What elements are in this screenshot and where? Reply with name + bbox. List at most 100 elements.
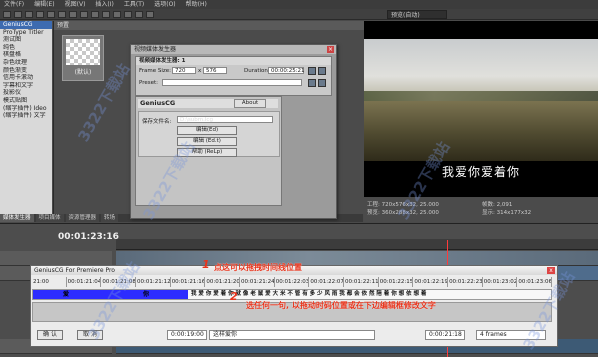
edit-bar: 确 认 取 消 0:00:19:00 这样爱你 0:00:21:18 4 fra… [31,326,557,344]
track-header[interactable] [0,251,112,266]
frame-x-label: x [198,68,202,74]
dialog-title: 视频媒体发生器 [131,45,336,54]
list-item[interactable]: 颜色渐变 [0,67,52,75]
list-item[interactable]: 信用卡滚动 [0,74,52,82]
duration-field[interactable]: 00:00:25:21 [268,67,305,74]
ok-button[interactable]: 确 认 [37,330,63,340]
frame-count: 帧数: 2,091 [482,202,513,208]
preset-caption: (默认) [74,69,92,76]
video-subtitle: 我爱你爱着你 [441,165,520,179]
annotation-number-2: 2 [230,290,238,303]
menu-file[interactable]: 文件(F) [4,0,24,9]
refresh-icon[interactable] [318,67,326,75]
about-button[interactable]: About [234,99,266,108]
close-icon[interactable]: × [327,46,334,53]
toolbar [0,9,598,20]
new-icon[interactable] [3,10,11,18]
tc-label: 00:01:22:19 [414,277,449,287]
list-item[interactable]: 字幕和文字 [0,82,52,90]
render-icon[interactable] [91,10,99,18]
delete-preset-icon[interactable] [318,79,326,87]
menu-tools[interactable]: 工具(T) [124,0,144,9]
preset-thumbnail[interactable]: (默认) [62,35,104,81]
video-frame-field [364,101,598,161]
list-item[interactable]: (缩字插件) 文字 [0,112,52,120]
menu-edit[interactable]: 编辑(E) [34,0,54,9]
list-item[interactable]: 投影仪 [0,89,52,97]
tc-label: 00:01:21:12 [137,277,171,287]
list-item[interactable]: GeniusCG [0,21,52,29]
list-item[interactable]: (缩字插件) Ideo [0,105,52,113]
save-icon[interactable] [25,10,33,18]
file-path-field[interactable]: D:\subm.lcg [177,116,273,123]
list-item[interactable]: 棋盘格 [0,51,52,59]
menu-options[interactable]: 选项(O) [154,0,175,9]
duration-label: Duration: [244,68,270,74]
media-icon[interactable] [308,67,316,75]
copy-icon[interactable] [47,10,55,18]
subtitle-blocks[interactable]: 我 爱 你 爱 着 你 就 像 老 鼠 爱 大 米 不 管 有 多 少 风 雨 … [191,290,426,299]
block-text: 你 [143,291,150,298]
frame-height-field[interactable]: 576 [203,67,227,74]
annotation-edit-subtitle: 选任何一句, 以拖动时码位置或在下边编辑框修改文字 [246,301,436,310]
preset-select[interactable] [162,79,302,86]
tc-label: 00:01:21:16 [171,277,206,287]
checker-preview [66,39,100,65]
generator-list: GeniusCG ProType Titler 测试图 纯色 棋盘格 杂色纹理 … [0,21,52,214]
menu-help[interactable]: 帮助(H) [186,0,207,9]
tc-label: 00:01:21:04 [67,277,102,287]
frame-size-label: Frame Size: [139,68,172,74]
paste-icon[interactable] [58,10,66,18]
redo-icon[interactable] [80,10,88,18]
snap-icon[interactable] [113,10,121,18]
menu-view[interactable]: 视图(V) [65,0,86,9]
timeline-ruler[interactable] [116,239,598,250]
list-item[interactable]: 模式贴图 [0,97,52,105]
edit-button[interactable]: 编辑(Ed) [177,126,237,135]
block-text: 爱 [63,291,70,298]
undo-icon[interactable] [69,10,77,18]
file-label: 保存文件名: [142,119,172,125]
list-item[interactable]: 测试图 [0,36,52,44]
tab-transitions[interactable]: 转场 [101,214,119,222]
menu-bar: 文件(F) 编辑(E) 视图(V) 插入(I) 工具(T) 选项(O) 帮助(H… [0,0,598,9]
tab-media-generators[interactable]: 媒体发生器 [0,214,34,222]
subtitle-text-field[interactable]: 这样爱你 [209,330,375,340]
generator-properties: 视频媒体发生器: 1 Frame Size: 720 x 576 Duratio… [135,56,332,96]
zoom-icon[interactable] [146,10,154,18]
preview-mode-select[interactable]: 预览(自动) [387,10,447,19]
annotation-number-1: 1 [202,258,210,271]
tc-label: 21:00 [32,277,67,287]
cursor-icon[interactable] [124,10,132,18]
tc-label: 00:01:21:20 [206,277,241,287]
list-item[interactable]: 杂色纹理 [0,59,52,67]
tc-label: 00:01:22:03 [275,277,310,287]
envelope-icon[interactable] [135,10,143,18]
tab-explorer[interactable]: 资源管理器 [65,214,100,222]
props-header: 视频媒体发生器: 1 [136,57,331,65]
frame-width-field[interactable]: 720 [172,67,196,74]
pane-header: 预置 [54,21,364,30]
tc-label: 00:01:21:24 [241,277,275,287]
file-settings: 保存文件名: D:\subm.lcg 编辑(Ed) 编辑 (Ed.t) 帮助 (… [138,111,280,157]
timeline-timecode: 00:01:23:16 [58,232,119,242]
cut-icon[interactable] [36,10,44,18]
tc-label: 00:01:22:07 [310,277,345,287]
tc-label: 00:01:23:02 [483,277,518,287]
list-item[interactable]: 纯色 [0,44,52,52]
start-timecode-field[interactable]: 0:00:19:00 [167,330,207,340]
open-icon[interactable] [14,10,22,18]
tc-label: 00:01:22:15 [379,277,414,287]
menu-insert[interactable]: 插入(I) [95,0,113,9]
properties-icon[interactable] [102,10,110,18]
list-item[interactable]: ProType Titler [0,29,52,37]
annotation-drag-timeline: 点这可以拖拽时间线位置 [214,263,302,272]
tc-label: 00:01:23:06 [518,277,553,287]
video-track-lane[interactable] [116,251,598,266]
display-info: 显示: 314x177x32 [482,210,532,216]
save-preset-icon[interactable] [308,79,316,87]
end-timecode-field[interactable]: 0:00:21:18 [425,330,465,340]
tab-project-media[interactable]: 项目媒体 [35,214,64,222]
close-icon[interactable]: x [547,267,555,274]
tc-label: 00:01:22:11 [345,277,379,287]
